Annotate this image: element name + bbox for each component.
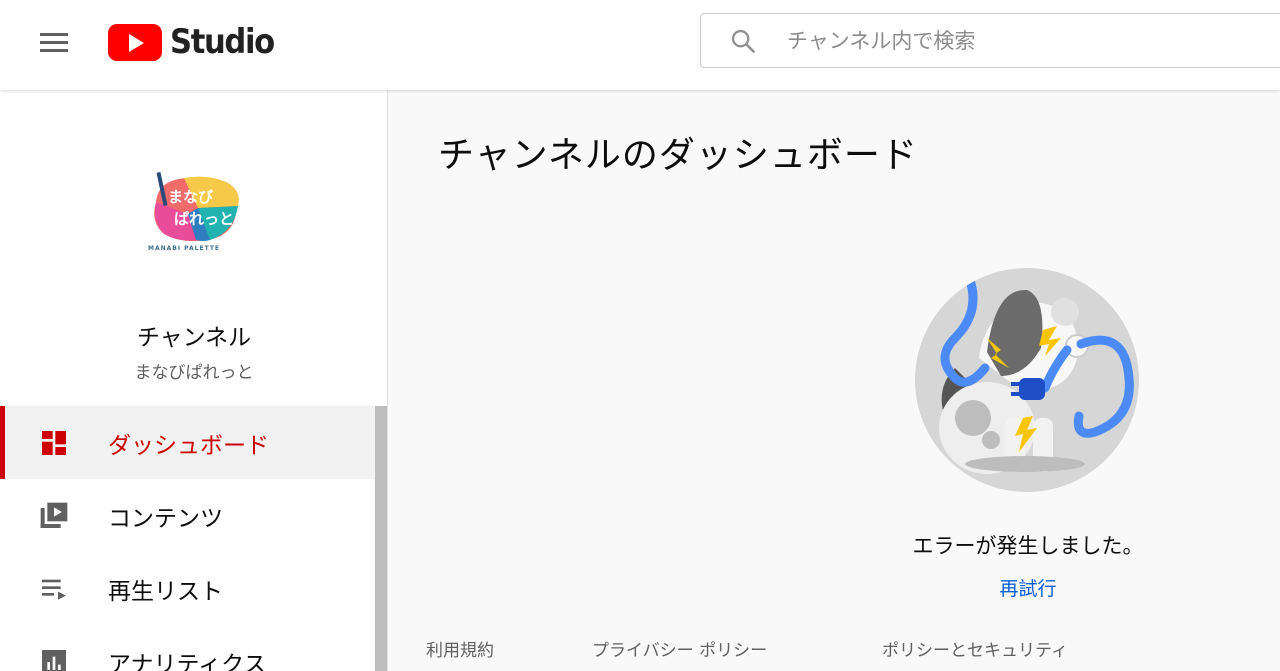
footer-link-policy-security[interactable]: ポリシーとセキュリティ xyxy=(882,636,1068,661)
analytics-icon xyxy=(42,649,66,671)
sidebar-item-label: アナリティクス xyxy=(108,651,267,671)
page-title: チャンネルのダッシュボード xyxy=(438,135,918,176)
content-icon xyxy=(40,502,68,528)
dashboard-icon xyxy=(42,430,66,455)
sidebar-item-label: ダッシュボード xyxy=(108,432,269,459)
avatar-text-line2: ぱれっと xyxy=(174,210,234,228)
studio-logo[interactable]: Studio xyxy=(108,22,285,62)
main-content: チャンネルのダッシュボード エラーが発生しました。 再試行 利用規約 プライバシ… xyxy=(388,90,1280,671)
sidebar-item-label: 再生リスト xyxy=(108,578,223,605)
search-box[interactable] xyxy=(700,13,1280,68)
hamburger-menu-icon[interactable] xyxy=(30,22,78,62)
sidebar-item-analytics[interactable]: アナリティクス xyxy=(0,625,375,671)
sidebar-item-content[interactable]: コンテンツ xyxy=(0,479,375,552)
sidebar-scrollbar[interactable] xyxy=(375,406,387,671)
sidebar-item-label: コンテンツ xyxy=(108,505,223,532)
search-icon xyxy=(731,29,755,53)
channel-label: チャンネル xyxy=(136,325,252,351)
error-dog-illustration xyxy=(915,268,1139,492)
channel-avatar[interactable]: まなび ぱれっと xyxy=(138,162,246,270)
search-input[interactable] xyxy=(787,22,1267,60)
sidebar-nav: ダッシュボード コンテンツ 再生リスト アナリティクス xyxy=(0,406,375,671)
retry-link[interactable]: 再試行 xyxy=(948,574,1108,601)
youtube-play-icon xyxy=(108,23,162,61)
playlist-icon xyxy=(42,579,66,600)
channel-name: まなびぱれっと xyxy=(134,363,254,383)
error-message: エラーが発生しました。 xyxy=(912,534,1144,558)
sidebar-item-dashboard[interactable]: ダッシュボード xyxy=(0,406,375,479)
sidebar-item-playlists[interactable]: 再生リスト xyxy=(0,552,375,625)
logo-text: Studio xyxy=(170,22,275,62)
sidebar: まなび ぱれっと MANABI PALETTE チャンネル まなびぱれっと ダッ… xyxy=(0,90,388,671)
footer-link-privacy[interactable]: プライバシー ポリシー xyxy=(592,636,767,661)
avatar-caption: MANABI PALETTE xyxy=(148,245,221,252)
avatar-text-line1: まなび xyxy=(168,188,213,206)
top-header: Studio xyxy=(0,0,1280,90)
footer-link-terms[interactable]: 利用規約 xyxy=(426,636,494,661)
